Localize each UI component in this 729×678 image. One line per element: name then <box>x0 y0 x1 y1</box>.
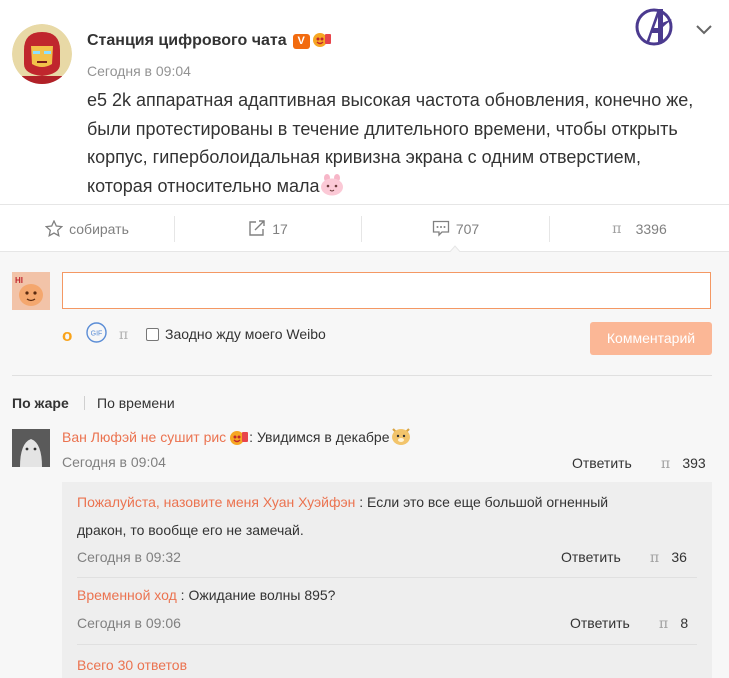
svg-text:HI: HI <box>15 276 23 285</box>
author-avatar[interactable] <box>12 24 72 84</box>
sub-reply-text-1: : Если это все еще большой огненный <box>355 494 609 510</box>
collect-button[interactable]: собирать <box>0 205 174 252</box>
verified-badge-icon: V <box>292 34 310 49</box>
repost-button[interactable]: 17 <box>175 205 361 252</box>
collect-label: собирать <box>69 220 129 237</box>
like-count: 3396 <box>635 220 667 237</box>
sub-reply-username[interactable]: Пожалуйста, назовите меня Хуан Хуэйфэн <box>77 494 355 510</box>
pink-bunny-emoji-icon <box>320 173 344 196</box>
sub-reply-reply-button[interactable]: Ответить <box>561 549 621 565</box>
comment-time: Сегодня в 09:04 <box>62 454 166 470</box>
comments-section: HI o GIF п Заодно жду моего Weibo Коммен… <box>0 252 729 678</box>
sub-reply-like-button[interactable]: п 36 <box>650 549 687 566</box>
comment-vip-icon <box>229 429 249 450</box>
sub-reply-like-count: 8 <box>680 615 689 631</box>
star-icon <box>45 220 64 237</box>
post-text: e5 2k аппаратная адаптивная высокая част… <box>87 86 707 200</box>
sub-reply-divider <box>77 644 697 645</box>
like-icon: п <box>612 220 622 237</box>
like-icon: п <box>661 456 671 472</box>
post-time[interactable]: Сегодня в 09:04 <box>87 63 191 79</box>
author-name-text[interactable]: Станция цифрового чата <box>87 32 287 49</box>
sub-reply-time: Сегодня в 09:32 <box>77 549 181 565</box>
comment-text: : Увидимся в декабре <box>249 429 390 445</box>
comment-reply-button[interactable]: Ответить <box>572 455 632 471</box>
like-button[interactable]: п 3396 <box>550 205 729 252</box>
sort-by-time-tab[interactable]: По времени <box>97 395 175 411</box>
also-repost-label: Заодно жду моего Weibo <box>165 326 326 342</box>
view-all-replies-link[interactable]: Всего 30 ответов <box>77 657 187 673</box>
like-icon: п <box>650 550 660 566</box>
sort-divider <box>84 396 85 410</box>
section-divider <box>12 375 712 376</box>
comment-input[interactable] <box>62 272 711 309</box>
sub-reply-text-2: дракон, то вообще его не замечай. <box>77 522 304 538</box>
avengers-logo-icon <box>632 5 676 49</box>
sub-reply-time: Сегодня в 09:06 <box>77 615 181 631</box>
my-avatar[interactable]: HI <box>12 272 50 310</box>
vip-badge-icon <box>312 31 332 47</box>
comment-icon <box>432 220 449 237</box>
comment-line: Ван Люфэй не сушит рис : Увидимся в декаб… <box>62 426 412 451</box>
like-icon: п <box>659 616 669 632</box>
sub-replies-box: Пожалуйста, назовите меня Хуан Хуэйфэн :… <box>62 482 712 678</box>
doge-emoji-icon <box>390 426 412 451</box>
action-bar: собирать 17 707 п 3396 <box>0 204 729 252</box>
sub-reply-text: Временной ход : Ожидание волны 895? <box>77 581 335 609</box>
comment-like-count: 393 <box>682 455 706 471</box>
commenter-avatar[interactable] <box>12 429 50 467</box>
submit-comment-button[interactable]: Комментарий <box>590 322 712 355</box>
repost-icon <box>249 220 265 236</box>
picture-icon[interactable]: п <box>119 327 128 343</box>
sub-reply-like-button[interactable]: п8 <box>659 615 688 632</box>
sub-reply-text-1: : Ожидание волны 895? <box>176 587 336 603</box>
sub-reply-text: Пожалуйста, назовите меня Хуан Хуэйфэн :… <box>77 488 608 544</box>
comment-username[interactable]: Ван Люфэй не сушит рис <box>62 429 226 445</box>
repost-count: 17 <box>272 220 288 237</box>
post-card: Станция цифрового чата V Сегодня в 09:04 … <box>0 0 729 204</box>
also-repost-option[interactable]: Заодно жду моего Weibo <box>146 326 326 342</box>
also-repost-checkbox[interactable] <box>146 327 159 341</box>
sub-reply-reply-button[interactable]: Ответить <box>570 615 630 631</box>
gif-label: GIF <box>91 331 103 338</box>
author-name[interactable]: Станция цифрового чата V <box>87 31 332 50</box>
post-text-content: e5 2k аппаратная адаптивная высокая част… <box>87 90 694 196</box>
emoji-icon[interactable]: o <box>62 326 72 346</box>
sub-reply-username[interactable]: Временной ход <box>77 587 177 603</box>
gif-icon[interactable]: GIF <box>86 322 107 343</box>
chevron-down-icon[interactable] <box>695 22 713 36</box>
sub-reply-like-count: 36 <box>671 549 687 565</box>
sub-reply-divider <box>77 577 697 578</box>
comment-count: 707 <box>455 220 480 237</box>
sort-by-hot-tab[interactable]: По жаре <box>12 395 69 411</box>
comment-like-button[interactable]: п 393 <box>661 455 706 472</box>
